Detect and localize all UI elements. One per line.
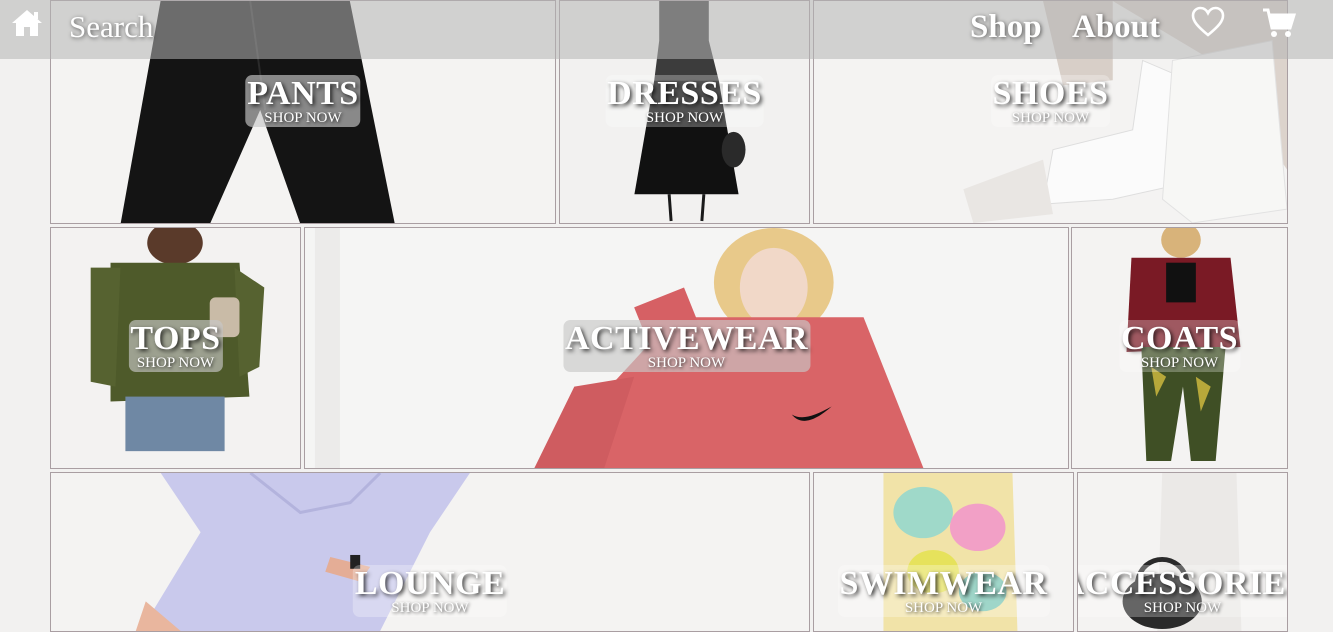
- search-link[interactable]: Search: [69, 8, 153, 46]
- cart-icon[interactable]: [1262, 7, 1297, 39]
- category-title: ACCESSORIES: [1078, 565, 1287, 602]
- category-title: LOUNGE: [354, 565, 506, 602]
- category-label: DRESSES SHOP NOW: [605, 75, 764, 127]
- category-title: SWIMWEAR: [839, 565, 1048, 602]
- heart-icon[interactable]: [1191, 6, 1225, 38]
- category-label: PANTS SHOP NOW: [245, 75, 361, 127]
- category-label: LOUNGE SHOP NOW: [352, 565, 508, 617]
- category-tile-coats[interactable]: COATS SHOP NOW: [1071, 227, 1288, 469]
- home-icon[interactable]: [11, 8, 43, 38]
- category-title: PANTS: [247, 75, 359, 112]
- category-tile-tops[interactable]: TOPS SHOP NOW: [50, 227, 301, 469]
- category-tile-lounge[interactable]: LOUNGE SHOP NOW: [50, 472, 810, 632]
- shop-now-link[interactable]: SHOP NOW: [130, 354, 220, 372]
- category-label: ACTIVEWEAR SHOP NOW: [562, 320, 811, 372]
- category-label: COATS SHOP NOW: [1118, 320, 1241, 372]
- category-tile-swimwear[interactable]: SWIMWEAR SHOP NOW: [813, 472, 1074, 632]
- category-title: SHOES: [992, 75, 1109, 112]
- category-title: ACTIVEWEAR: [564, 320, 809, 357]
- category-label: SHOES SHOP NOW: [990, 75, 1111, 127]
- category-label: TOPS SHOP NOW: [128, 320, 223, 372]
- top-nav: Search Shop About: [0, 0, 1333, 59]
- nav-about-link[interactable]: About: [1072, 8, 1160, 46]
- category-tile-activewear[interactable]: ACTIVEWEAR SHOP NOW: [304, 227, 1069, 469]
- category-title: TOPS: [130, 320, 221, 357]
- category-title: COATS: [1120, 320, 1239, 357]
- category-label: ACCESSORIES SHOP NOW: [1078, 565, 1287, 617]
- nav-shop-link[interactable]: Shop: [970, 8, 1042, 46]
- category-tile-accessories[interactable]: ACCESSORIES SHOP NOW: [1077, 472, 1288, 632]
- category-label: SWIMWEAR SHOP NOW: [837, 565, 1050, 617]
- category-title: DRESSES: [607, 75, 762, 112]
